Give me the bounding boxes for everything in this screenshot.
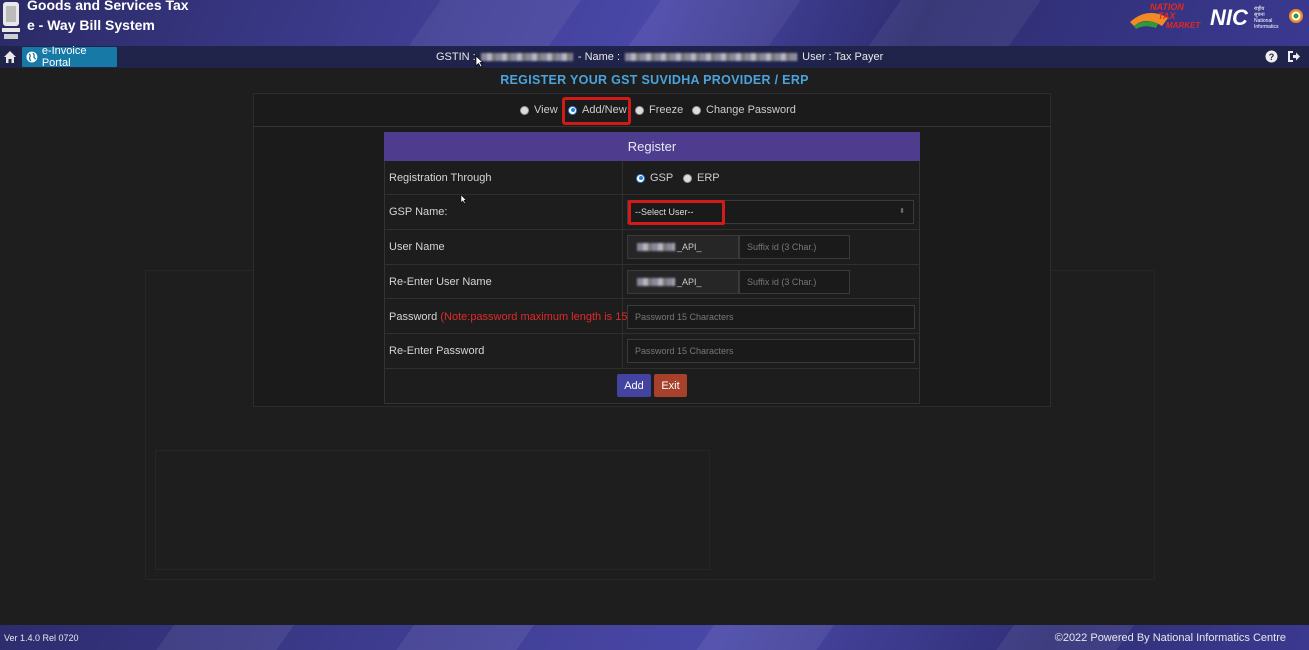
user-name-prefix-redacted [637, 243, 675, 251]
gsp-name-label: GSP Name: [389, 206, 448, 218]
reenter-user-name-prefix: _API_ [627, 270, 739, 294]
svg-text:NIC: NIC [1210, 5, 1249, 30]
national-emblem-icon [2, 2, 20, 39]
svg-text:Informatics: Informatics [1254, 24, 1279, 30]
highlight-add-new [562, 97, 631, 125]
reenter-user-name-prefix-redacted [637, 278, 675, 286]
gsp-radio[interactable] [636, 173, 645, 183]
view-label: View [534, 104, 558, 116]
erp-label: ERP [697, 172, 720, 184]
change-password-radio[interactable] [692, 105, 701, 115]
svg-text:राष्ट्रीय: राष्ट्रीय [1254, 5, 1265, 12]
highlight-select-user [628, 200, 725, 225]
globe-icon [26, 51, 38, 63]
freeze-radio[interactable] [635, 105, 644, 115]
password-input[interactable]: Password 15 Characters [627, 305, 915, 329]
password-label-group: Password (Note:password maximum length i… [389, 311, 631, 323]
top-banner: Goods and Services Tax e - Way Bill Syst… [0, 0, 1309, 46]
reenter-password-placeholder: Password 15 Characters [635, 346, 734, 356]
version-text: Ver 1.4.0 Rel 0720 [4, 633, 79, 643]
sign-out-icon[interactable] [1287, 50, 1301, 63]
user-name-suffix-input[interactable]: Suffix id (3 Char.) [739, 235, 850, 259]
page-title: REGISTER YOUR GST SUVIDHA PROVIDER / ERP [500, 73, 809, 87]
svg-text:?: ? [1269, 52, 1275, 62]
mode-option-view[interactable]: View [520, 104, 558, 116]
reenter-user-name-suffix-placeholder: Suffix id (3 Char.) [747, 277, 817, 287]
change-password-label: Change Password [706, 104, 796, 116]
freeze-label: Freeze [649, 104, 684, 116]
reenter-user-name-prefix-text: _API_ [677, 277, 702, 287]
gstin-label: GSTIN : [436, 51, 476, 63]
registration-option-erp[interactable]: ERP [683, 172, 720, 184]
reenter-user-name-suffix-input[interactable]: Suffix id (3 Char.) [739, 270, 850, 294]
form-title: Register [384, 132, 920, 161]
user-info: GSTIN : - Name : User : Tax Payer [436, 51, 883, 63]
erp-radio[interactable] [683, 173, 692, 183]
site-title: Goods and Services Tax [27, 0, 189, 13]
name-value-redacted [625, 53, 798, 62]
registration-through-label: Registration Through [389, 172, 492, 184]
mode-option-change-password[interactable]: Change Password [692, 104, 796, 116]
mouse-cursor-icon [460, 194, 467, 204]
footer: Ver 1.4.0 Rel 0720 ©2022 Powered By Nati… [0, 625, 1309, 650]
nation-tax-market-logo: NATION TAX MARKET [1130, 2, 1201, 30]
svg-text:TAX: TAX [1158, 11, 1176, 21]
user-name-label: User Name [389, 241, 445, 253]
password-label: Password [389, 311, 438, 323]
password-note: (Note:password maximum length is 15) [440, 311, 632, 323]
background-panel-inner [155, 450, 710, 570]
name-label: - Name : [577, 51, 621, 63]
mode-option-freeze[interactable]: Freeze [635, 104, 683, 116]
e-invoice-portal-label: e-Invoice Portal [41, 45, 87, 69]
view-radio[interactable] [520, 105, 529, 115]
reenter-password-label: Re-Enter Password [389, 345, 485, 357]
mode-options: View Add/New Freeze Change Password [253, 93, 1051, 127]
select-arrows-icon: ⬍ [899, 208, 905, 215]
password-placeholder: Password 15 Characters [635, 312, 734, 322]
home-icon[interactable] [3, 50, 17, 64]
user-type-label: User : Tax Payer [802, 51, 884, 63]
copyright-text: ©2022 Powered By National Informatics Ce… [1054, 632, 1286, 644]
gsp-label: GSP [650, 172, 674, 184]
exit-button[interactable]: Exit [654, 374, 687, 397]
reenter-password-input[interactable]: Password 15 Characters [627, 339, 915, 363]
nic-logo: NIC राष्ट्रीय सूचना National Informatics [1210, 5, 1303, 30]
mouse-cursor-icon [475, 55, 484, 68]
nav-bar: e-Invoice Portal GSTIN : - Name : User :… [0, 45, 1309, 69]
e-invoice-portal-button[interactable]: e-Invoice Portal [22, 45, 117, 69]
question-circle-icon[interactable]: ? [1265, 50, 1278, 63]
site-subtitle: e - Way Bill System [27, 17, 155, 33]
user-name-suffix-placeholder: Suffix id (3 Char.) [747, 242, 817, 252]
svg-text:MARKET: MARKET [1166, 21, 1201, 30]
registration-option-gsp[interactable]: GSP [636, 172, 673, 184]
column-divider [622, 161, 623, 369]
gstin-value-redacted [480, 53, 573, 62]
user-name-prefix-text: _API_ [677, 242, 702, 252]
user-name-prefix: _API_ [627, 235, 739, 259]
add-button[interactable]: Add [617, 374, 651, 397]
reenter-user-name-label: Re-Enter User Name [389, 276, 492, 288]
